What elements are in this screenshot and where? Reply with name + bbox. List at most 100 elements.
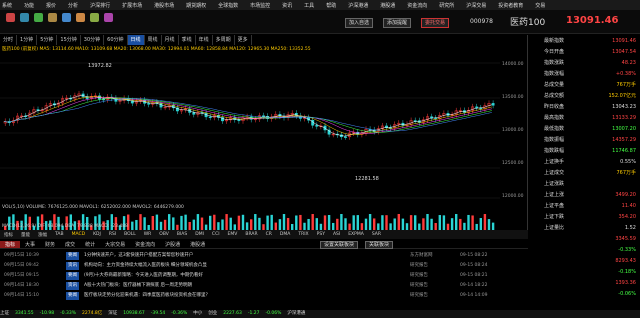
volume-bar [389, 223, 392, 230]
indicator-tab[interactable]: DMI [191, 232, 208, 237]
indicator-tab[interactable]: DMA [276, 232, 294, 237]
news-row[interactable]: 09月15日 09:42 资讯 机构动向：主力资金持续大幅流入医药板块 细分领域机会… [0, 262, 528, 270]
menu-item[interactable]: 投资者教育 [498, 2, 523, 9]
news-time: 09月14日 18:30 [4, 283, 39, 288]
period-tab[interactable]: 30分钟 [81, 35, 105, 45]
news-tab[interactable]: 统计 [80, 241, 100, 248]
forward-icon[interactable] [34, 13, 43, 22]
menu-item[interactable]: 资金流向 [407, 2, 427, 9]
quote-value: 767万手 [616, 82, 636, 88]
menu-item[interactable]: 报价 [46, 2, 56, 9]
period-tab[interactable]: 分时 [0, 35, 18, 45]
volume-bar [471, 215, 474, 230]
news-tab[interactable]: 资金流向 [130, 241, 160, 248]
menu-item[interactable]: 分析 [68, 2, 78, 9]
indicator-tab[interactable]: BIAS [173, 232, 191, 237]
candle [208, 116, 212, 118]
chart-icon[interactable] [76, 13, 85, 22]
menu-item[interactable]: 港股市场 [154, 2, 174, 9]
period-tab[interactable]: 15分钟 [57, 35, 81, 45]
news-tab[interactable]: 港股通 [185, 241, 210, 248]
news-tab[interactable]: 大宗交易 [100, 241, 130, 248]
indicator-tab[interactable]: ASI [329, 232, 344, 237]
news-tab[interactable]: 财务 [40, 241, 60, 248]
add-alert-button[interactable]: 添加提醒 [383, 18, 412, 28]
indicator-tab[interactable]: EMV [224, 232, 242, 237]
menu-item[interactable]: 资讯 [282, 2, 292, 9]
period-tab[interactable]: 60分钟 [104, 35, 128, 45]
indicator-tab[interactable]: 涨幅 [34, 232, 51, 238]
set-sector-button[interactable]: 设置关联板块 [320, 241, 359, 249]
menu-item[interactable]: 工具 [304, 2, 314, 9]
menu-item[interactable]: 港股通 [380, 2, 395, 9]
home-icon[interactable] [6, 13, 15, 22]
indicator-tab[interactable]: TAB [51, 232, 68, 237]
quote-panel: 最新指数 13091.46 今日开盘 13047.54 指数涨跌 48.23 指数涨幅 +0.… [530, 35, 640, 310]
period-tab[interactable]: 周线 [145, 35, 162, 45]
news-tab[interactable]: 沪股通 [160, 241, 185, 248]
menu-item[interactable]: 系统 [2, 2, 12, 9]
menu-item[interactable]: 帮助 [326, 2, 336, 9]
news-tab[interactable]: 成交 [60, 241, 80, 248]
back-icon[interactable] [20, 13, 29, 22]
volume-bar [414, 215, 417, 230]
tools-icon[interactable] [104, 13, 113, 22]
indicator-tab[interactable]: 量能 [17, 232, 34, 238]
y-tick: 13000.00 [502, 127, 524, 133]
indicator-tab[interactable]: KDJ [89, 232, 105, 237]
indicator-tab[interactable]: TRIX [294, 232, 312, 237]
volume-bar [245, 222, 249, 230]
indicator-tab[interactable]: PSY [313, 232, 329, 237]
sector-button[interactable]: 关联板块 [365, 241, 394, 249]
indicator-tab[interactable]: WR [140, 232, 156, 237]
period-tab[interactable]: 5分钟 [37, 35, 58, 45]
menu-item[interactable]: 交易 [535, 2, 545, 9]
indicator-tab[interactable]: CR [262, 232, 276, 237]
period-tab[interactable]: 日线 [127, 35, 145, 45]
indicator-tab[interactable]: OBV [155, 232, 173, 237]
menu-item[interactable]: 研究所 [439, 2, 454, 9]
menu-item[interactable]: 扩展市场 [122, 2, 142, 9]
menu-item[interactable]: 功能 [24, 2, 34, 9]
news-time: 09月14日 15:10 [4, 293, 39, 298]
volume-bar [426, 214, 429, 230]
quote-icon[interactable] [62, 13, 71, 22]
indicator-tab[interactable]: 指标 [0, 232, 17, 238]
period-tab[interactable]: 季线 [179, 35, 196, 45]
indicator-tab[interactable]: BOLL [120, 232, 140, 237]
indicator-tab[interactable]: SAR [368, 232, 385, 237]
refresh-icon[interactable] [48, 13, 57, 22]
menu-item[interactable]: 市场监控 [250, 2, 270, 9]
menu-item[interactable]: 沪深交易 [466, 2, 486, 9]
status-item: 3341.55 [15, 311, 34, 316]
volume-bar [368, 214, 372, 230]
menu-item[interactable]: 沪深港通 [348, 2, 368, 9]
news-row[interactable]: 09月14日 15:10 要闻 医疗板块走势分化迎来机遇：四季度医药板块投资机会在哪… [0, 292, 528, 300]
menu-item[interactable]: 沪深排行 [90, 2, 110, 9]
period-tab[interactable]: 年线 [196, 35, 213, 45]
status-item: 沪深港通 [287, 311, 306, 316]
quote-label: 上证涨跌 [544, 181, 565, 187]
news-tab[interactable]: 大事 [20, 241, 40, 248]
indicator-tab[interactable]: EXPMA [344, 232, 368, 237]
news-row[interactable]: 09月15日 10:39 要闻 1分钟快速开户，这3套快速开户搭配方案帮您秒速开户 东… [0, 252, 528, 260]
indicator-tab[interactable]: MACD [68, 232, 90, 237]
add-watchlist-button[interactable]: 加入自选 [345, 18, 374, 28]
period-tab[interactable]: 月线 [162, 35, 179, 45]
indicator-tab[interactable]: BRAR [241, 232, 261, 237]
volume-bar [266, 215, 269, 230]
news-row[interactable]: 09月14日 18:30 资讯 A股十大热门板块：医疗器械下滑探底 后一周走势明朗 研… [0, 282, 528, 290]
price-plot[interactable]: 14000.00 13500.00 13000.00 12500.00 12000.00… [0, 53, 528, 203]
news-icon[interactable] [90, 13, 99, 22]
period-tab[interactable]: 更多 [235, 35, 252, 45]
menu-item[interactable]: 期货期权 [186, 2, 206, 9]
period-tab[interactable]: 多周期 [213, 35, 235, 45]
trade-button[interactable]: 委托交易 [421, 18, 450, 28]
indicator-tab[interactable]: RSI [105, 232, 120, 237]
indicator-tab[interactable]: CCI [208, 232, 224, 237]
menu-item[interactable]: 全球指数 [218, 2, 238, 9]
news-tab[interactable]: 指标 [0, 240, 21, 248]
stock-code: 000978 [470, 18, 493, 25]
period-tab[interactable]: 1分钟 [17, 35, 38, 45]
news-row[interactable]: 09月15日 09:15 要闻 (9月)十大券商最新策略：今天进入医药调整期，中期仍… [0, 272, 528, 280]
